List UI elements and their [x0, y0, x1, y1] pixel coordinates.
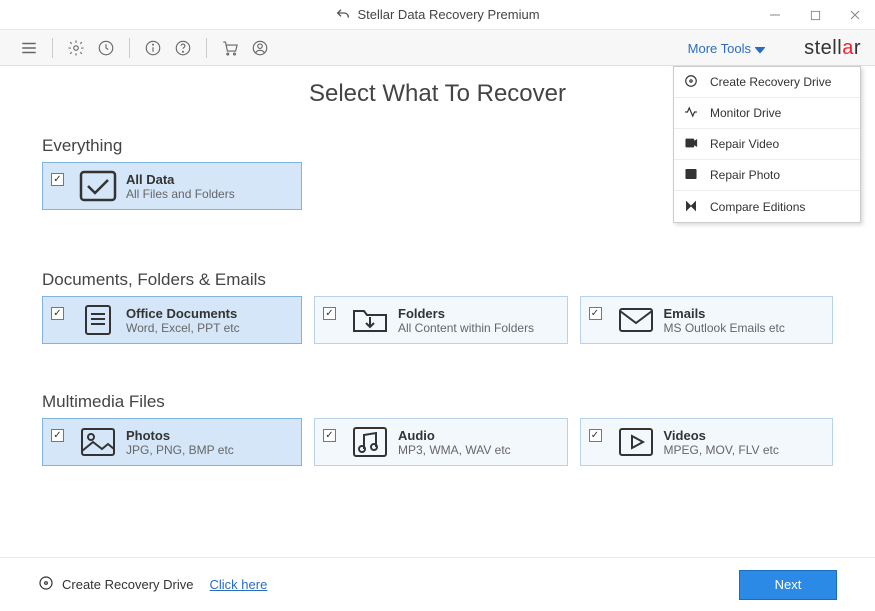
- info-icon[interactable]: [144, 39, 162, 57]
- divider: [52, 38, 53, 58]
- compare-icon: [684, 199, 700, 215]
- card-text: All Data All Files and Folders: [126, 172, 235, 201]
- menu-item-label: Create Recovery Drive: [710, 75, 831, 89]
- card-sub: All Content within Folders: [398, 321, 534, 335]
- photo-icon: [78, 425, 118, 459]
- card-photos[interactable]: ✓ Photos JPG, PNG, BMP etc: [42, 418, 302, 466]
- card-title: Audio: [398, 428, 511, 443]
- card-emails[interactable]: ✓ Emails MS Outlook Emails etc: [580, 296, 834, 344]
- chevron-down-icon: [755, 41, 765, 56]
- card-text: Photos JPG, PNG, BMP etc: [126, 428, 234, 457]
- next-button[interactable]: Next: [739, 570, 837, 600]
- card-title: Office Documents: [126, 306, 240, 321]
- checkbox[interactable]: ✓: [323, 307, 336, 320]
- card-sub: JPG, PNG, BMP etc: [126, 443, 234, 457]
- more-tools-menu: Create Recovery Drive Monitor Drive Repa…: [673, 66, 861, 223]
- card-title: Videos: [664, 428, 779, 443]
- checkbox[interactable]: ✓: [51, 429, 64, 442]
- card-title: Photos: [126, 428, 234, 443]
- recovery-drive-icon: [38, 575, 54, 594]
- card-title: All Data: [126, 172, 235, 187]
- section-title-media: Multimedia Files: [42, 392, 833, 412]
- row-docs: ✓ Office Documents Word, Excel, PPT etc …: [42, 296, 833, 344]
- repair-photo-icon: [684, 167, 700, 183]
- checkbox[interactable]: ✓: [51, 307, 64, 320]
- titlebar: Stellar Data Recovery Premium: [0, 0, 875, 30]
- footer-left: Create Recovery Drive Click here: [38, 575, 267, 594]
- gear-icon[interactable]: [67, 39, 85, 57]
- more-tools-button[interactable]: More Tools: [688, 30, 765, 66]
- menu-item-monitor-drive[interactable]: Monitor Drive: [674, 98, 860, 129]
- footer-link[interactable]: Click here: [210, 577, 268, 592]
- card-text: Audio MP3, WMA, WAV etc: [398, 428, 511, 457]
- repair-video-icon: [684, 136, 700, 152]
- divider: [206, 38, 207, 58]
- menu-item-create-recovery-drive[interactable]: Create Recovery Drive: [674, 67, 860, 98]
- audio-icon: [350, 425, 390, 459]
- card-title: Folders: [398, 306, 534, 321]
- cart-icon[interactable]: [221, 39, 239, 57]
- card-text: Office Documents Word, Excel, PPT etc: [126, 306, 240, 335]
- checkbox[interactable]: ✓: [51, 173, 64, 186]
- window-title: Stellar Data Recovery Premium: [357, 7, 539, 22]
- card-sub: MPEG, MOV, FLV etc: [664, 443, 779, 457]
- help-icon[interactable]: [174, 39, 192, 57]
- window-controls: [755, 0, 875, 30]
- user-icon[interactable]: [251, 39, 269, 57]
- card-all-data[interactable]: ✓ All Data All Files and Folders: [42, 162, 302, 210]
- card-sub: MS Outlook Emails etc: [664, 321, 785, 335]
- menu-item-label: Compare Editions: [710, 200, 805, 214]
- toolbar: More Tools stellar: [0, 30, 875, 66]
- card-office-documents[interactable]: ✓ Office Documents Word, Excel, PPT etc: [42, 296, 302, 344]
- divider: [129, 38, 130, 58]
- history-icon[interactable]: [97, 39, 115, 57]
- more-tools-label: More Tools: [688, 41, 751, 56]
- menu-item-repair-video[interactable]: Repair Video: [674, 129, 860, 160]
- undo-icon: [335, 7, 351, 23]
- footer: Create Recovery Drive Click here Next: [0, 557, 875, 611]
- menu-item-repair-photo[interactable]: Repair Photo: [674, 160, 860, 191]
- document-icon: [78, 303, 118, 337]
- next-label: Next: [775, 577, 802, 592]
- row-media: ✓ Photos JPG, PNG, BMP etc ✓ Audio MP3, …: [42, 418, 833, 466]
- recovery-drive-icon: [684, 74, 700, 90]
- close-button[interactable]: [835, 0, 875, 30]
- checkbox[interactable]: ✓: [589, 307, 602, 320]
- video-icon: [616, 425, 656, 459]
- card-sub: Word, Excel, PPT etc: [126, 321, 240, 335]
- menu-item-label: Repair Video: [710, 137, 779, 151]
- section-title-docs: Documents, Folders & Emails: [42, 270, 833, 290]
- checkbox[interactable]: ✓: [323, 429, 336, 442]
- card-text: Videos MPEG, MOV, FLV etc: [664, 428, 779, 457]
- card-audio[interactable]: ✓ Audio MP3, WMA, WAV etc: [314, 418, 568, 466]
- menu-item-label: Monitor Drive: [710, 106, 781, 120]
- menu-item-label: Repair Photo: [710, 168, 780, 182]
- card-text: Folders All Content within Folders: [398, 306, 534, 335]
- card-folders[interactable]: ✓ Folders All Content within Folders: [314, 296, 568, 344]
- folder-download-icon: [350, 303, 390, 337]
- card-sub: MP3, WMA, WAV etc: [398, 443, 511, 457]
- card-text: Emails MS Outlook Emails etc: [664, 306, 785, 335]
- brand-logo: stellar: [804, 30, 861, 66]
- checkmark-icon: [78, 169, 118, 203]
- email-icon: [616, 303, 656, 337]
- checkbox[interactable]: ✓: [589, 429, 602, 442]
- card-sub: All Files and Folders: [126, 187, 235, 201]
- menu-icon[interactable]: [20, 39, 38, 57]
- card-title: Emails: [664, 306, 785, 321]
- menu-item-compare-editions[interactable]: Compare Editions: [674, 191, 860, 222]
- maximize-button[interactable]: [795, 0, 835, 30]
- monitor-drive-icon: [684, 105, 700, 121]
- card-videos[interactable]: ✓ Videos MPEG, MOV, FLV etc: [580, 418, 834, 466]
- footer-label: Create Recovery Drive: [62, 577, 194, 592]
- minimize-button[interactable]: [755, 0, 795, 30]
